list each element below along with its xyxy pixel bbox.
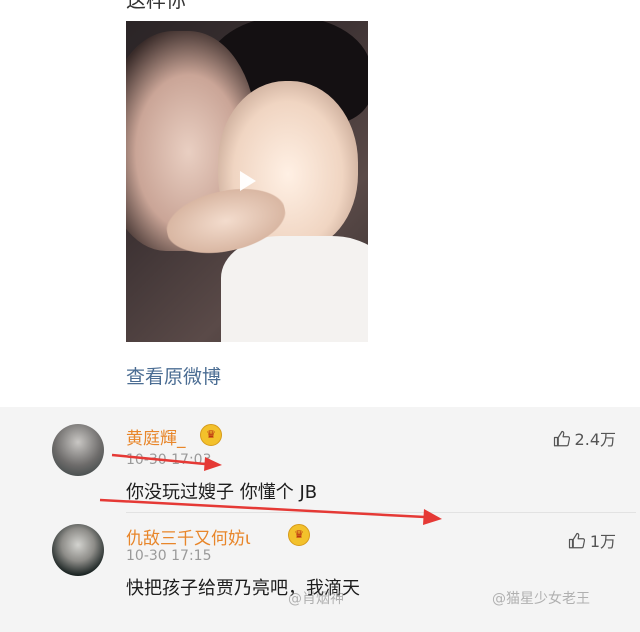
- watermark-right: @猫星少女老王: [492, 591, 590, 607]
- red-arrow-icon: [99, 498, 442, 525]
- annotation-arrows: [99, 453, 442, 525]
- red-arrow-icon: [111, 453, 222, 471]
- watermark-left: @肖烟神: [288, 591, 344, 607]
